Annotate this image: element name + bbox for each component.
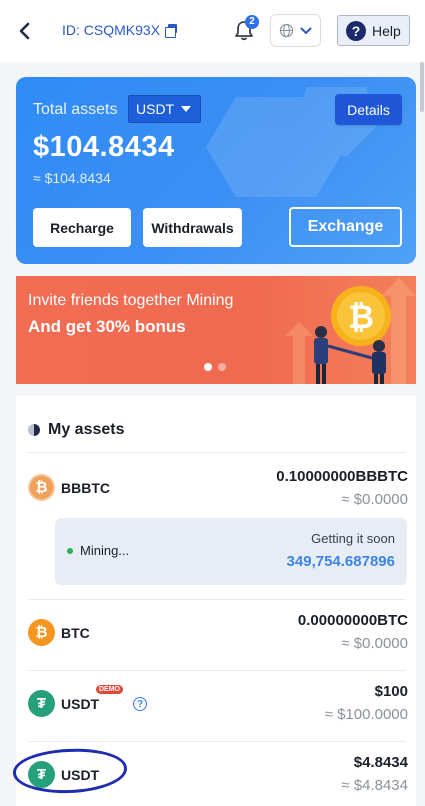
asset-fiat-value: ≈ $0.0000 <box>341 635 408 652</box>
btc-coin-icon: ₿ <box>28 619 55 646</box>
asset-name: USDT <box>61 696 100 712</box>
my-assets-section: My assets ₿ BBBTC 0.10000000BBBTC ≈ $0.0… <box>16 396 416 806</box>
mining-status: Mining... <box>67 543 129 558</box>
asset-row-usdt-demo[interactable]: ₮ USDT DEMO ? $100 ≈ $100.0000 <box>16 671 416 741</box>
banner-headline: Invite friends together Mining <box>28 292 234 309</box>
currency-value: USDT <box>136 101 175 117</box>
info-icon[interactable]: ? <box>133 697 147 711</box>
help-button[interactable]: ? Help <box>337 15 410 46</box>
asset-name: BBBTC <box>61 480 110 496</box>
total-assets-approx: ≈ $104.8434 <box>33 170 111 186</box>
carousel-dot-active[interactable] <box>204 363 212 371</box>
my-assets-heading: My assets <box>28 421 125 439</box>
user-id-label: ID: CSQMK93X <box>62 22 161 38</box>
asset-fiat-value: ≈ $100.0000 <box>324 706 408 723</box>
carousel-indicator <box>204 363 226 371</box>
back-icon[interactable] <box>14 18 36 44</box>
total-assets-label: Total assets <box>33 101 118 118</box>
notification-button[interactable]: 2 <box>233 15 259 43</box>
asset-name: BTC <box>61 625 90 641</box>
caret-down-icon <box>181 106 192 112</box>
recharge-button[interactable]: Recharge <box>33 208 131 247</box>
banner-bonus-text: And get 30% bonus <box>28 317 186 336</box>
bbbtc-coin-icon: ₿ <box>28 474 55 501</box>
mining-soon-label: Getting it soon <box>311 531 395 546</box>
demo-badge: DEMO <box>96 685 123 694</box>
mining-value: 349,754.687896 <box>286 553 395 570</box>
user-id[interactable]: ID: CSQMK93X <box>62 22 178 38</box>
asset-amount: $100 <box>374 683 408 700</box>
mining-panel: Mining... Getting it soon 349,754.687896 <box>55 518 407 585</box>
total-assets-card: Total assets USDT Details $104.8434 ≈ $1… <box>16 77 416 264</box>
bitcoin-illustration: ₿ <box>285 278 416 384</box>
mining-status-label: Mining... <box>80 543 130 558</box>
top-bar: ID: CSQMK93X 2 ? Help <box>0 0 425 62</box>
promo-banner[interactable]: Invite friends together Mining And get 3… <box>16 276 416 384</box>
asset-amount: $4.8434 <box>353 754 408 771</box>
copy-icon[interactable] <box>165 24 178 38</box>
pie-chart-icon <box>28 424 40 436</box>
withdrawals-button[interactable]: Withdrawals <box>143 208 242 247</box>
notification-badge: 2 <box>245 15 259 29</box>
total-assets-value: $104.8434 <box>33 131 175 163</box>
my-assets-title: My assets <box>48 421 125 438</box>
help-label: Help <box>372 22 401 39</box>
status-dot-icon <box>67 547 73 554</box>
asset-row-usdt[interactable]: ₮ USDT $4.8434 ≈ $4.8434 <box>16 742 416 806</box>
asset-fiat-value: ≈ $0.0000 <box>341 491 408 508</box>
language-selector[interactable] <box>270 14 321 47</box>
svg-text:₿: ₿ <box>348 299 374 335</box>
globe-icon <box>279 23 294 38</box>
details-button[interactable]: Details <box>335 94 402 125</box>
scrollbar-thumb[interactable] <box>420 62 424 112</box>
asset-row-btc[interactable]: ₿ BTC 0.00000000BTC ≈ $0.0000 <box>16 600 416 670</box>
currency-dropdown[interactable]: USDT <box>128 95 201 123</box>
usdt-coin-icon: ₮ <box>28 761 55 788</box>
usdt-coin-icon: ₮ <box>28 690 55 717</box>
asset-name: USDT <box>61 767 100 783</box>
question-icon: ? <box>346 20 366 41</box>
exchange-button[interactable]: Exchange <box>289 207 402 247</box>
scrollbar-track[interactable] <box>420 62 425 806</box>
chevron-down-icon <box>300 27 312 34</box>
asset-amount: 0.10000000BBBTC <box>276 468 408 485</box>
asset-amount: 0.00000000BTC <box>297 612 408 629</box>
asset-fiat-value: ≈ $4.8434 <box>341 777 408 794</box>
carousel-dot[interactable] <box>218 363 226 371</box>
